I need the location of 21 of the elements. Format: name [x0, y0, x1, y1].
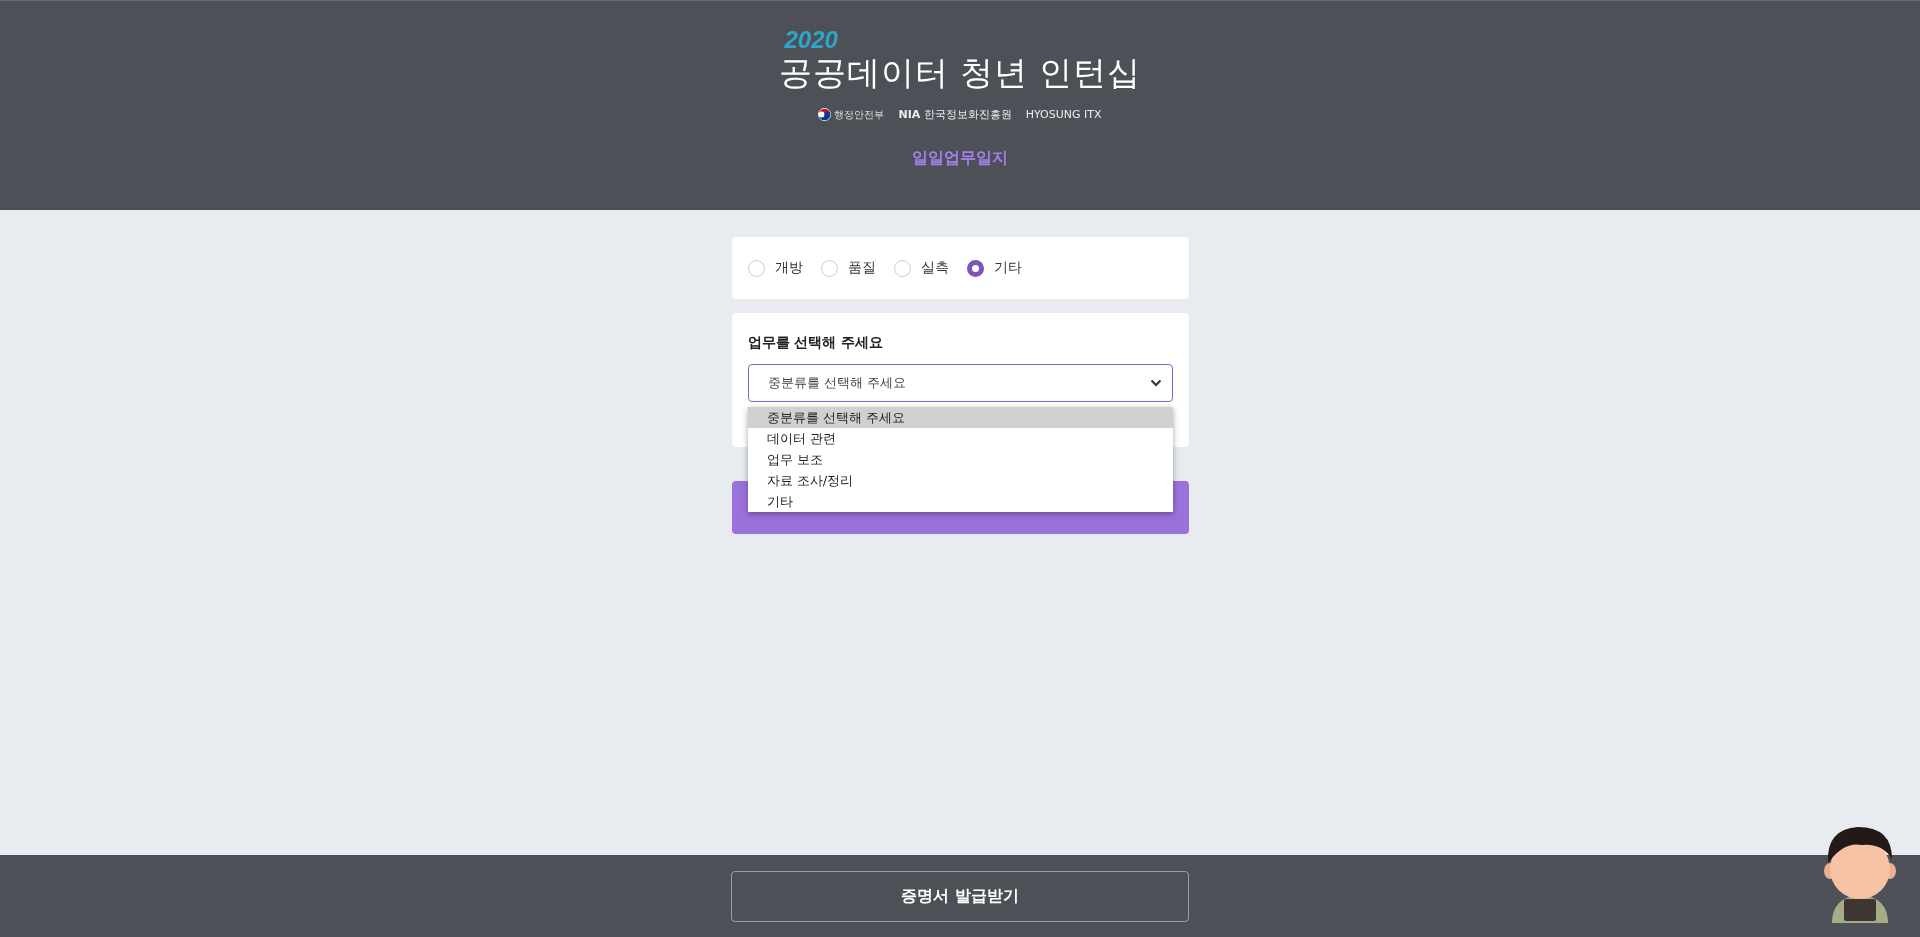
sponsor-name: 행정안전부 — [834, 107, 885, 122]
year-label: 2020 — [784, 27, 838, 53]
dropdown-option[interactable]: 중분류를 선택해 주세요 — [747, 407, 1173, 428]
dropdown-option[interactable]: 기타 — [747, 491, 1173, 512]
chevron-down-icon — [1149, 379, 1162, 387]
radio-label[interactable]: 실측 — [920, 259, 949, 277]
page-title: 공공데이터 청년 인턴십 — [778, 53, 1142, 93]
radio-button[interactable] — [966, 259, 984, 277]
dropdown-option[interactable]: 자료 조사/정리 — [747, 470, 1173, 491]
radio-label[interactable]: 개방 — [774, 259, 803, 277]
emblem-icon — [818, 108, 832, 121]
page-subtitle: 일일업무일지 — [912, 148, 1008, 169]
dropdown-option[interactable]: 업무 보조 — [747, 449, 1173, 470]
field-label: 업무를 선택해 주세요 — [747, 334, 885, 352]
sponsor-name: HYOSUNG ITX — [1025, 108, 1102, 121]
category-select[interactable]: 중분류를 선택해 주세요 — [747, 364, 1173, 402]
certificate-button[interactable]: 증명서 발급받기 — [731, 870, 1189, 922]
radio-label[interactable]: 품질 — [847, 259, 876, 277]
dropdown-option[interactable]: 데이터 관련 — [747, 428, 1173, 449]
radio-label[interactable]: 기타 — [993, 259, 1022, 277]
sponsor-name: NIA 한국정보화진흥원 — [898, 107, 1012, 122]
